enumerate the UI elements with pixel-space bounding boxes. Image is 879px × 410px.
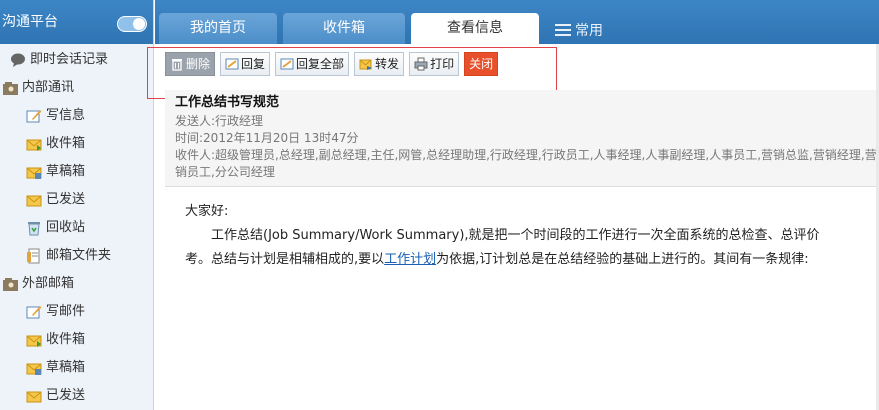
drafts-icon (26, 360, 42, 376)
tab-view-message[interactable]: 查看信息 (411, 13, 539, 44)
delete-label: 删除 (186, 57, 211, 71)
reply-all-label: 回复全部 (296, 57, 345, 71)
tab-common-label: 常用 (575, 23, 603, 39)
reply-all-icon (280, 57, 294, 71)
body-greeting: 大家好: (185, 204, 229, 219)
sidebar-item-recycle-bin[interactable]: 回收站 (26, 215, 85, 241)
body-line-2-post: 为依据,订计划总是在总结经验的基础上进行的。其间有一条规律: (436, 252, 809, 267)
trash-icon (170, 57, 184, 71)
inbox-icon (26, 332, 42, 348)
sidebar-item-label: 回收站 (46, 220, 86, 235)
message-header: 工作总结书写规范 发送人:行政经理 时间:2012年11月20日 13时47分 … (165, 90, 879, 187)
sidebar-item-drafts[interactable]: 草稿箱 (26, 159, 85, 185)
body-line-1: 工作总结(Job Summary/Work Summary),就是把一个时间段的… (211, 228, 820, 243)
reply-all-button[interactable]: 回复全部 (275, 52, 350, 76)
sent-icon (26, 192, 42, 208)
sidebar-item-chat-history[interactable]: 即时会话记录 (10, 47, 108, 73)
sidebar-item-write-message[interactable]: 写信息 (26, 103, 85, 129)
sidebar-group-internal[interactable]: 内部通讯 (2, 75, 74, 101)
reply-button[interactable]: 回复 (220, 52, 271, 76)
print-button[interactable]: 打印 (409, 52, 460, 76)
toggle-knob (133, 18, 145, 30)
forward-label: 转发 (375, 57, 400, 71)
tab-home[interactable]: 我的首页 (159, 13, 277, 44)
sidebar-item-label: 收件箱 (46, 136, 86, 151)
compose-icon (26, 108, 42, 124)
message-view: 删除 回复 回复全部 转发 打印 关闭 工作总结书写规范 发送人:行政经理 时间… (147, 44, 879, 410)
tab-bar: 我的首页 收件箱 查看信息 常用 (155, 0, 879, 44)
tab-inbox[interactable]: 收件箱 (283, 13, 405, 44)
sidebar-item-sent[interactable]: 已发送 (26, 187, 85, 213)
message-body: 大家好: 工作总结(Job Summary/Work Summary),就是把一… (185, 200, 879, 272)
sidebar-item-inbox[interactable]: 收件箱 (26, 131, 85, 157)
body-line-2: 考。总结与计划是相辅相成的,要以工作计划为依据,订计划总是在总结经验的基础上进行… (185, 248, 879, 272)
message-toolbar: 删除 回复 回复全部 转发 打印 关闭 (165, 52, 499, 80)
close-label: 关闭 (469, 57, 494, 71)
sidebar-item-label: 内部通讯 (22, 80, 75, 95)
sidebar-item-label: 外部邮箱 (22, 276, 75, 291)
sidebar-group-external[interactable]: 外部邮箱 (2, 271, 74, 297)
sidebar: 沟通平台 即时会话记录 内部通讯 写信息 收件箱 草稿箱 已发送 回收站 邮箱文… (0, 0, 154, 410)
sidebar-item-label: 写信息 (46, 108, 86, 123)
forward-button[interactable]: 转发 (354, 52, 405, 76)
sent-icon (26, 388, 42, 404)
tab-common[interactable]: 常用 (555, 20, 603, 40)
sidebar-item-label: 收件箱 (46, 332, 86, 347)
sidebar-item-label: 写邮件 (46, 304, 86, 319)
sidebar-item-label: 已发送 (46, 192, 86, 207)
sidebar-item-label: 草稿箱 (46, 360, 86, 375)
recycle-bin-icon (26, 220, 42, 236)
sidebar-item-mail-folder[interactable]: 邮箱文件夹 (26, 243, 111, 269)
inbox-icon (26, 136, 42, 152)
sidebar-item-external-inbox[interactable]: 收件箱 (26, 327, 85, 353)
message-time: 时间:2012年11月20日 13时47分 (175, 131, 359, 145)
folder-contacts-icon (2, 276, 18, 292)
message-recipients: 收件人:超级管理员,总经理,副总经理,主任,网管,总经理助理,行政经理,行政员工… (175, 148, 877, 179)
sidebar-toggle[interactable] (117, 16, 147, 32)
work-plan-link[interactable]: 工作计划 (384, 252, 436, 267)
close-button[interactable]: 关闭 (464, 52, 499, 76)
mail-folder-icon (26, 248, 42, 264)
sidebar-item-write-mail[interactable]: 写邮件 (26, 299, 85, 325)
compose-icon (26, 304, 42, 320)
reply-icon (225, 57, 239, 71)
drafts-icon (26, 164, 42, 180)
sidebar-header: 沟通平台 (0, 0, 153, 44)
chat-bubble-icon (10, 52, 26, 68)
printer-icon (414, 57, 428, 71)
body-line-2-pre: 考。总结与计划是相辅相成的,要以 (185, 252, 385, 267)
delete-button[interactable]: 删除 (165, 52, 216, 76)
forward-icon (359, 57, 373, 71)
reply-label: 回复 (241, 57, 266, 71)
sidebar-item-label: 邮箱文件夹 (46, 248, 112, 263)
sidebar-item-label: 已发送 (46, 388, 86, 403)
sidebar-item-external-drafts[interactable]: 草稿箱 (26, 355, 85, 381)
menu-icon (555, 24, 571, 36)
print-label: 打印 (430, 57, 455, 71)
message-sender: 发送人:行政经理 (175, 114, 264, 128)
platform-title: 沟通平台 (2, 14, 58, 30)
sidebar-item-label: 草稿箱 (46, 164, 86, 179)
message-subject: 工作总结书写规范 (175, 95, 280, 110)
folder-contacts-icon (2, 80, 18, 96)
sidebar-item-label: 即时会话记录 (30, 52, 109, 67)
sidebar-item-external-sent[interactable]: 已发送 (26, 383, 85, 409)
